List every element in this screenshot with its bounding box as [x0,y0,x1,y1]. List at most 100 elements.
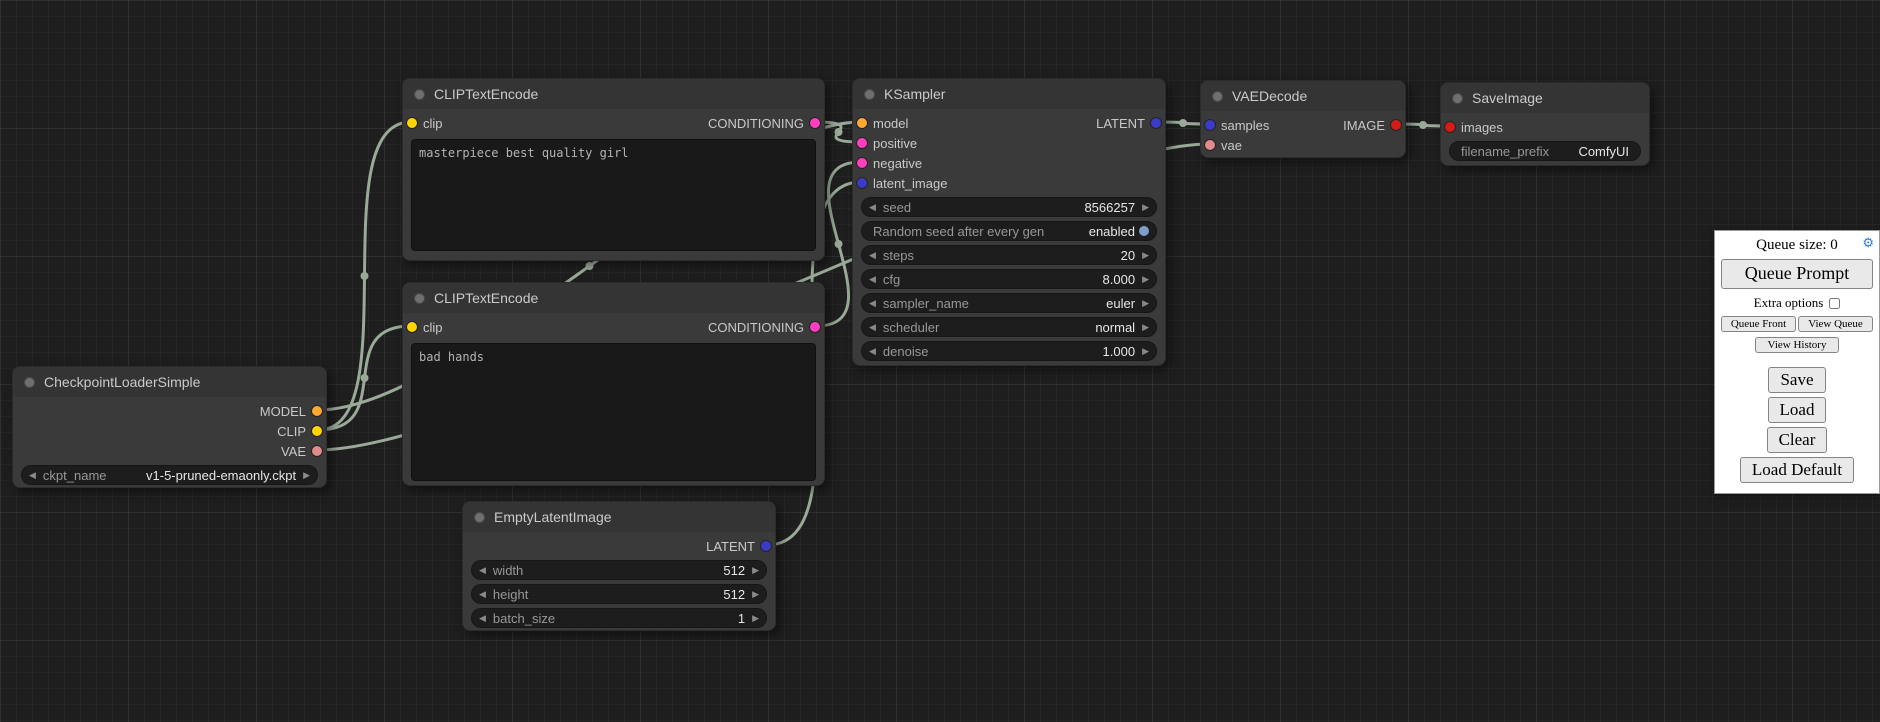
model-output-port[interactable] [312,406,322,416]
increment-arrow-icon[interactable]: ▶ [1142,203,1149,212]
samples-input-port[interactable] [1205,120,1215,130]
view-history-button[interactable]: View History [1755,337,1840,353]
collapse-dot-icon[interactable] [414,293,425,304]
height-number-widget[interactable]: ◀ height 512 ▶ [471,584,767,604]
filename-prefix-text-widget[interactable]: filename_prefix ComfyUI [1449,141,1641,161]
extra-options-checkbox[interactable] [1829,298,1840,309]
increment-arrow-icon[interactable]: ▶ [1142,251,1149,260]
collapse-dot-icon[interactable] [864,89,875,100]
increment-arrow-icon[interactable]: ▶ [303,471,310,480]
widget-label: filename_prefix [1461,144,1549,159]
decrement-arrow-icon[interactable]: ◀ [869,347,876,356]
decrement-arrow-icon[interactable]: ◀ [869,275,876,284]
queue-front-button[interactable]: Queue Front [1721,316,1796,332]
latent-output-port[interactable] [1151,118,1161,128]
node-header[interactable]: VAEDecode [1201,81,1405,111]
increment-arrow-icon[interactable]: ▶ [1142,347,1149,356]
latent-image-input-port[interactable] [857,178,867,188]
node-clip-text-encode-negative[interactable]: CLIPTextEncode clip CONDITIONING bad han… [402,282,825,486]
ckpt-name-combo-widget[interactable]: ◀ ckpt_name v1-5-pruned-emaonly.ckpt ▶ [21,465,318,485]
vae-output-port[interactable] [312,446,322,456]
port-label: model [873,116,908,131]
port-label: positive [873,136,917,151]
images-input-port[interactable] [1445,122,1455,132]
clip-input-port[interactable] [407,118,417,128]
node-graph-canvas[interactable]: CheckpointLoaderSimple MODEL CLIP VAE ◀ … [0,0,1880,722]
port-row: latent_image [853,173,1165,193]
batch-size-number-widget[interactable]: ◀ batch_size 1 ▶ [471,608,767,628]
output-row: MODEL [13,401,326,421]
decrement-arrow-icon[interactable]: ◀ [869,251,876,260]
node-ksampler[interactable]: KSampler model LATENT positive negative … [852,78,1166,366]
negative-input-port[interactable] [857,158,867,168]
collapse-dot-icon[interactable] [24,377,35,388]
increment-arrow-icon[interactable]: ▶ [752,590,759,599]
conditioning-output-port[interactable] [810,118,820,128]
increment-arrow-icon[interactable]: ▶ [1142,299,1149,308]
node-empty-latent-image[interactable]: EmptyLatentImage LATENT ◀ width 512 ▶ ◀ … [462,501,776,631]
positive-prompt-textarea[interactable]: masterpiece best quality girl [411,139,816,251]
conditioning-output-port[interactable] [810,322,820,332]
cfg-number-widget[interactable]: ◀ cfg 8.000 ▶ [861,269,1157,289]
increment-arrow-icon[interactable]: ▶ [752,566,759,575]
node-checkpoint-loader-simple[interactable]: CheckpointLoaderSimple MODEL CLIP VAE ◀ … [12,366,327,488]
port-label: MODEL [260,404,306,419]
node-header[interactable]: KSampler [853,79,1165,109]
view-queue-button[interactable]: View Queue [1798,316,1873,332]
widget-label: scheduler [883,320,939,335]
collapse-dot-icon[interactable] [1212,91,1223,102]
increment-arrow-icon[interactable]: ▶ [752,614,759,623]
steps-number-widget[interactable]: ◀ steps 20 ▶ [861,245,1157,265]
toggle-dot-icon[interactable] [1139,226,1149,236]
node-header[interactable]: CheckpointLoaderSimple [13,367,326,397]
width-number-widget[interactable]: ◀ width 512 ▶ [471,560,767,580]
increment-arrow-icon[interactable]: ▶ [1142,275,1149,284]
seed-number-widget[interactable]: ◀ seed 8566257 ▶ [861,197,1157,217]
node-header[interactable]: CLIPTextEncode [403,79,824,109]
negative-prompt-textarea[interactable]: bad hands [411,343,816,481]
decrement-arrow-icon[interactable]: ◀ [869,323,876,332]
decrement-arrow-icon[interactable]: ◀ [479,566,486,575]
port-label: images [1461,120,1503,135]
widget-value: 20 [1121,248,1135,263]
node-title: KSampler [884,86,945,102]
queue-prompt-button[interactable]: Queue Prompt [1721,259,1873,289]
denoise-number-widget[interactable]: ◀ denoise 1.000 ▶ [861,341,1157,361]
node-title: CLIPTextEncode [434,86,538,102]
save-button[interactable]: Save [1768,367,1825,393]
load-default-button[interactable]: Load Default [1740,457,1854,483]
sampler-name-combo-widget[interactable]: ◀ sampler_name euler ▶ [861,293,1157,313]
latent-output-port[interactable] [761,541,771,551]
widget-value: 1.000 [1103,344,1136,359]
node-vae-decode[interactable]: VAEDecode samples IMAGE vae [1200,80,1406,158]
node-header[interactable]: SaveImage [1441,83,1649,113]
settings-gear-icon[interactable]: ⚙ [1862,236,1874,249]
model-input-port[interactable] [857,118,867,128]
node-header[interactable]: EmptyLatentImage [463,502,775,532]
port-row: clip CONDITIONING [403,317,824,337]
positive-input-port[interactable] [857,138,867,148]
image-output-port[interactable] [1391,120,1401,130]
scheduler-combo-widget[interactable]: ◀ scheduler normal ▶ [861,317,1157,337]
random-seed-toggle-widget[interactable]: Random seed after every gen enabled [861,221,1157,241]
clip-input-port[interactable] [407,322,417,332]
clip-output-port[interactable] [312,426,322,436]
vae-input-port[interactable] [1205,140,1215,150]
node-header[interactable]: CLIPTextEncode [403,283,824,313]
node-save-image[interactable]: SaveImage images filename_prefix ComfyUI [1440,82,1650,166]
decrement-arrow-icon[interactable]: ◀ [479,590,486,599]
load-button[interactable]: Load [1768,397,1827,423]
comfy-menu-panel: Queue size: 0 ⚙ Queue Prompt Extra optio… [1714,230,1880,494]
decrement-arrow-icon[interactable]: ◀ [869,203,876,212]
collapse-dot-icon[interactable] [1452,93,1463,104]
collapse-dot-icon[interactable] [474,512,485,523]
decrement-arrow-icon[interactable]: ◀ [479,614,486,623]
port-row: negative [853,153,1165,173]
collapse-dot-icon[interactable] [414,89,425,100]
increment-arrow-icon[interactable]: ▶ [1142,323,1149,332]
node-clip-text-encode-positive[interactable]: CLIPTextEncode clip CONDITIONING masterp… [402,78,825,261]
widget-value: enabled [1089,224,1135,239]
decrement-arrow-icon[interactable]: ◀ [869,299,876,308]
decrement-arrow-icon[interactable]: ◀ [29,471,36,480]
clear-button[interactable]: Clear [1767,427,1828,453]
